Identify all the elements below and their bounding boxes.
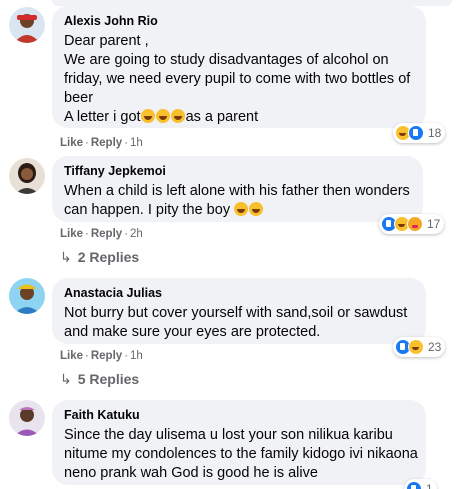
comment-bubble: Tiffany Jepkemoi When a child is left al… — [52, 156, 423, 222]
like-link[interactable]: Like — [60, 350, 83, 362]
comment-timestamp[interactable]: 1h — [130, 350, 143, 362]
reaction-count: 17 — [427, 217, 441, 231]
comment-text-line: friday, we need every pupil to come with… — [64, 71, 411, 87]
comment-text-line: and make sure your eyes are protected. — [64, 324, 321, 340]
reply-arrow-icon: ↳ — [60, 371, 72, 387]
comment-text-line: beer — [64, 90, 94, 106]
replies-count-label: 5 Replies — [77, 371, 140, 387]
comment-actions: Like · Reply · 1h — [60, 350, 143, 362]
laughing-emoji-icon — [170, 109, 185, 123]
comment-text-line: Not burry but cover yourself with sand,s… — [64, 305, 408, 321]
comment-timestamp[interactable]: 2h — [130, 228, 143, 240]
like-icon — [406, 481, 422, 489]
reply-arrow-icon: ↳ — [60, 249, 72, 265]
comment-text-segment: can happen. I pity the boy — [64, 202, 231, 218]
reply-link[interactable]: Reply — [91, 350, 122, 362]
comment-bubble: Anastacia Julias Not burry but cover you… — [52, 278, 426, 344]
avatar-image — [9, 278, 45, 314]
avatar[interactable] — [9, 7, 45, 43]
comment-text-line: When a child is left alone with his fath… — [64, 183, 410, 199]
comment-author[interactable]: Tiffany Jepkemoi — [64, 163, 411, 179]
care-icon — [407, 216, 423, 232]
reaction-count: 1 — [426, 482, 433, 489]
reaction-count: 23 — [428, 340, 442, 354]
comment-text-line: We are going to study disadvantages of a… — [64, 52, 389, 68]
comment-text-line: Dear parent , — [64, 33, 149, 49]
laughing-emoji-icon — [140, 109, 155, 123]
laughing-emoji-icon — [155, 109, 170, 123]
comment-author[interactable]: Faith Katuku — [64, 407, 414, 423]
comment-timestamp[interactable]: 1h — [130, 137, 143, 149]
comment-actions: Like · Reply · 1h — [60, 137, 143, 149]
avatar[interactable] — [9, 158, 45, 194]
avatar-image — [9, 400, 45, 436]
comment-text-line: can happen. I pity the boy — [64, 201, 411, 220]
replies-count-label: 2 Replies — [77, 249, 140, 265]
comment-author[interactable]: Alexis John Rio — [64, 13, 414, 29]
avatar[interactable] — [9, 400, 45, 436]
reaction-summary[interactable]: 18 — [393, 123, 446, 143]
comment-text-line: Since the day ulisema u lost your son ni… — [64, 427, 393, 443]
avatar[interactable] — [9, 278, 45, 314]
haha-icon — [408, 339, 424, 355]
reply-link[interactable]: Reply — [91, 228, 122, 240]
reaction-summary[interactable]: 23 — [393, 337, 446, 357]
view-replies-link[interactable]: ↳ 5 Replies — [60, 370, 139, 388]
reaction-summary[interactable]: 1 — [404, 479, 437, 489]
comment-text-segment: as a parent — [185, 109, 259, 125]
like-link[interactable]: Like — [60, 137, 83, 149]
like-icon — [408, 125, 424, 141]
comment-bubble: Faith Katuku Since the day ulisema u los… — [52, 400, 426, 485]
comment-text-line: A letter i got as a parent — [64, 108, 414, 127]
comment-author[interactable]: Anastacia Julias — [64, 285, 414, 301]
comment-text-line: neno prank wah God is good he is alive — [64, 465, 318, 481]
reply-link[interactable]: Reply — [91, 137, 122, 149]
view-replies-link[interactable]: ↳ 2 Replies — [60, 248, 139, 266]
comment-text-line: nitume my condolences to the family kido… — [64, 446, 418, 462]
comment-actions: Like · Reply · 2h — [60, 228, 143, 240]
avatar-image — [9, 7, 45, 43]
comment-feed: Alexis John Rio Dear parent , We are goi… — [0, 0, 475, 489]
comment-bubble: Alexis John Rio Dear parent , We are goi… — [52, 6, 426, 128]
avatar-image — [9, 158, 45, 194]
comment-text-segment: A letter i got — [64, 109, 141, 125]
reaction-summary[interactable]: 17 — [379, 214, 445, 234]
smiling-emoji-icon — [234, 202, 249, 216]
reaction-count: 18 — [428, 126, 442, 140]
grinning-emoji-icon — [249, 202, 264, 216]
like-link[interactable]: Like — [60, 228, 83, 240]
